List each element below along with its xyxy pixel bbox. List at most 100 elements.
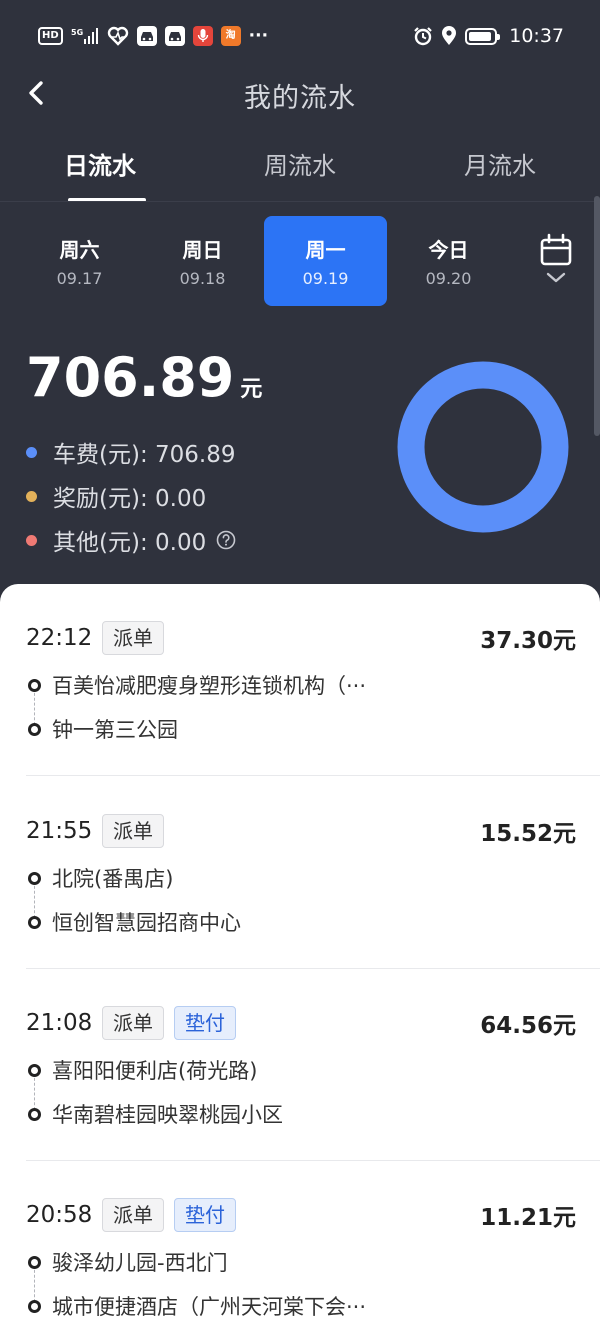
divider: [0, 201, 600, 202]
advance-payment-tag: 垫付: [174, 1006, 236, 1040]
date-value: 09.20: [425, 269, 472, 288]
date-weekday: 周日: [182, 238, 223, 262]
pickup-location: 骏泽幼儿园-西北门: [28, 1247, 228, 1277]
earnings-breakdown: 车费(元): 706.89 奖励(元): 0.00 其他(元): 0.00: [26, 430, 236, 562]
order-time: 21:08: [26, 1010, 93, 1036]
order-card[interactable]: 22:12 派单 37.30元 百美怡减肥瘦身塑形连锁机构（··· 钟一第三公园: [0, 584, 600, 776]
date-item[interactable]: 周日 09.18: [141, 216, 264, 306]
car-app-icon: [136, 26, 157, 46]
tab-label: 日流水: [64, 152, 136, 180]
order-header: 21:08 派单 垫付 64.56元: [26, 1005, 576, 1041]
dropoff-location: 恒创智慧园招商中心: [28, 907, 241, 937]
pickup-location: 喜阳阳便利店(荷光路): [28, 1055, 257, 1085]
location-icon: [441, 26, 457, 46]
dropoff-dot-icon: [28, 722, 41, 736]
battery-icon: [465, 26, 501, 46]
total-amount: 706.89: [26, 346, 235, 409]
dropoff-location: 华南碧桂园映翠桃园小区: [28, 1099, 283, 1129]
pickup-location: 北院(番禺店): [28, 863, 173, 893]
pickup-text: 喜阳阳便利店(荷光路): [52, 1059, 258, 1083]
dropoff-dot-icon: [28, 915, 41, 929]
order-tag: 派单: [102, 621, 164, 655]
order-time: 22:12: [26, 625, 93, 651]
help-icon[interactable]: [216, 530, 236, 550]
order-route: 喜阳阳便利店(荷光路) 华南碧桂园映翠桃园小区: [28, 1055, 548, 1145]
dropoff-text: 钟一第三公园: [52, 718, 178, 742]
pickup-text: 百美怡减肥瘦身塑形连锁机构（···: [52, 674, 367, 698]
total-unit: 元: [240, 377, 263, 402]
date-weekday: 今日: [428, 238, 469, 262]
breakdown-label: 车费(元): 706.89: [53, 442, 236, 468]
advance-payment-tag: 垫付: [174, 1198, 236, 1232]
dropoff-dot-icon: [28, 1299, 41, 1313]
donut-ring-fare: [397, 361, 569, 533]
svg-text:5G: 5G: [71, 28, 83, 37]
order-time: 21:55: [26, 818, 93, 844]
dropoff-location: 城市便捷酒店（广州天河棠下会···: [28, 1291, 366, 1321]
divider: [26, 775, 600, 776]
order-amount: 37.30元: [480, 628, 576, 654]
order-tag: 派单: [102, 1198, 164, 1232]
dropoff-text: 华南碧桂园映翠桃园小区: [52, 1103, 283, 1127]
order-card[interactable]: 21:55 派单 15.52元 北院(番禺店) 恒创智慧园招商中心: [0, 777, 600, 969]
dropoff-location: 钟一第三公园: [28, 714, 178, 744]
mic-icon: [192, 26, 213, 46]
calendar-icon: [540, 233, 572, 283]
breakdown-label: 奖励(元): 0.00: [53, 486, 207, 512]
dropoff-text: 恒创智慧园招商中心: [52, 911, 241, 935]
breakdown-label: 其他(元): 0.00: [53, 530, 207, 556]
legend-dot: [26, 534, 37, 546]
order-route: 骏泽幼儿园-西北门 城市便捷酒店（广州天河棠下会···: [28, 1247, 548, 1327]
header: 我的流水: [0, 72, 600, 120]
order-amount: 11.21元: [480, 1205, 576, 1231]
date-weekday: 周一: [305, 238, 346, 262]
pickup-text: 骏泽幼儿园-西北门: [52, 1251, 228, 1275]
order-header: 21:55 派单 15.52元: [26, 813, 576, 849]
legend-dot: [26, 446, 37, 458]
order-header: 20:58 派单 垫付 11.21元: [26, 1197, 576, 1233]
total-earnings: 706.89 元: [26, 346, 262, 409]
pickup-dot-icon: [28, 871, 41, 885]
order-card[interactable]: 21:08 派单 垫付 64.56元 喜阳阳便利店(荷光路) 华南碧桂园映翠桃园…: [0, 969, 600, 1161]
order-tag: 派单: [102, 814, 164, 848]
date-item[interactable]: 周六 09.17: [18, 216, 141, 306]
date-value: 09.17: [56, 269, 103, 288]
order-header: 22:12 派单 37.30元: [26, 620, 576, 656]
status-icons-left: HD 5G 淘 ···: [38, 26, 268, 46]
status-time: 10:37: [509, 25, 564, 47]
order-card[interactable]: 20:58 派单 垫付 11.21元 骏泽幼儿园-西北门 城市便捷酒店（广州天河…: [0, 1161, 600, 1327]
tab-label: 周流水: [264, 152, 336, 180]
signal-icon: 5G: [71, 26, 99, 46]
date-item-today[interactable]: 今日 09.20: [387, 216, 510, 306]
tab-daily[interactable]: 日流水: [0, 146, 200, 202]
scrollbar[interactable]: [594, 196, 600, 436]
hd-icon: HD: [38, 27, 63, 45]
breakdown-row-reward: 奖励(元): 0.00: [26, 474, 236, 518]
calendar-button[interactable]: [536, 232, 576, 292]
order-time: 20:58: [26, 1202, 93, 1228]
alarm-icon: [413, 26, 433, 46]
date-value: 09.19: [302, 269, 349, 288]
order-route: 百美怡减肥瘦身塑形连锁机构（··· 钟一第三公园: [28, 670, 548, 760]
order-list: 22:12 派单 37.30元 百美怡减肥瘦身塑形连锁机构（··· 钟一第三公园…: [0, 584, 600, 1327]
pickup-dot-icon: [28, 678, 41, 692]
date-selector: 周六 09.17 周日 09.18 周一 09.19 今日 09.20: [18, 216, 518, 306]
status-icons-right: 10:37: [413, 25, 564, 47]
date-weekday: 周六: [59, 238, 100, 262]
order-route: 北院(番禺店) 恒创智慧园招商中心: [28, 863, 548, 953]
date-item-selected[interactable]: 周一 09.19: [264, 216, 387, 306]
pickup-location: 百美怡减肥瘦身塑形连锁机构（···: [28, 670, 366, 700]
pickup-dot-icon: [28, 1063, 41, 1077]
tab-weekly[interactable]: 周流水: [200, 146, 400, 202]
dropoff-dot-icon: [28, 1107, 41, 1121]
breakdown-row-fare: 车费(元): 706.89: [26, 430, 236, 474]
tab-monthly[interactable]: 月流水: [400, 146, 600, 202]
status-bar: HD 5G 淘 ··· 10:37: [0, 0, 600, 72]
page-title: 我的流水: [244, 83, 356, 114]
date-value: 09.18: [179, 269, 226, 288]
order-tag: 派单: [102, 1006, 164, 1040]
order-amount: 64.56元: [480, 1013, 576, 1039]
car-app-icon-2: [164, 26, 185, 46]
legend-dot: [26, 490, 37, 502]
order-amount: 15.52元: [480, 821, 576, 847]
